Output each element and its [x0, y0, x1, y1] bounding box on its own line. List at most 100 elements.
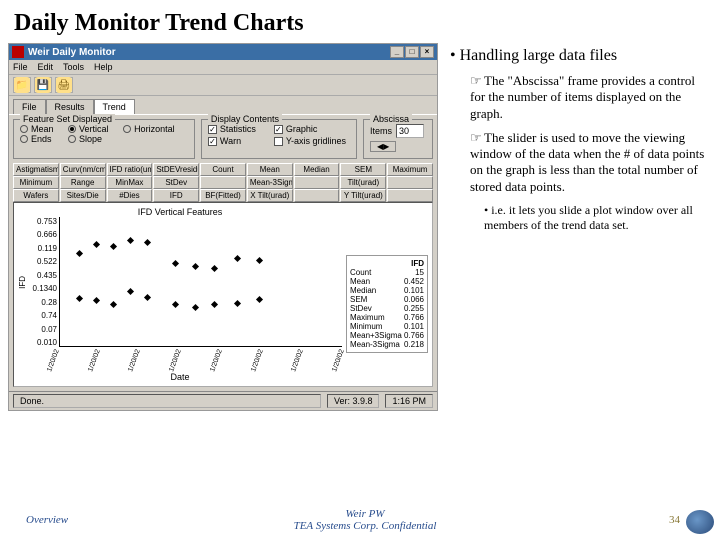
stat-button[interactable]: Wafers: [13, 189, 59, 202]
abscissa-items-input[interactable]: [396, 124, 424, 138]
data-point: [76, 295, 83, 302]
data-point: [191, 263, 198, 270]
stat-button[interactable]: MinMax: [107, 176, 153, 189]
radio-slope[interactable]: [68, 135, 76, 143]
data-point: [93, 297, 100, 304]
ytick: 0.28: [27, 298, 57, 307]
footer: Overview Weir PW TEA Systems Corp. Confi…: [0, 508, 720, 532]
stat-button[interactable]: Tilt(urad): [340, 176, 386, 189]
stat-button[interactable]: Range: [60, 176, 106, 189]
chart-area: IFD Vertical Features IFD 0.7530.6660.11…: [13, 202, 433, 387]
right-p1: ☞The "Abscissa" frame provides a control…: [470, 73, 706, 122]
stat-button[interactable]: StDEVresidual: [153, 163, 199, 176]
stat-row: SEM0.066: [350, 295, 424, 304]
stat-button[interactable]: SEM: [340, 163, 386, 176]
minimize-button[interactable]: _: [390, 46, 404, 58]
stat-button[interactable]: Count: [200, 163, 246, 176]
print-icon[interactable]: 🖨: [55, 77, 73, 93]
menubar: File Edit Tools Help: [9, 60, 437, 75]
right-heading: • Handling large data files: [450, 47, 706, 65]
stat-button[interactable]: Sites/Die: [60, 189, 106, 202]
chart-xaxis: 1/20/021/20/021/20/021/20/021/20/021/20/…: [50, 349, 342, 372]
stat-button[interactable]: [387, 176, 433, 189]
close-button[interactable]: ×: [420, 46, 434, 58]
xtick: 1/20/02: [168, 349, 183, 373]
radio-horizontal[interactable]: [123, 125, 131, 133]
stat-button[interactable]: Minimum: [13, 176, 59, 189]
data-point: [127, 288, 134, 295]
chk-statistics-label: Statistics: [220, 124, 256, 134]
stat-button[interactable]: [387, 189, 433, 202]
stat-button[interactable]: Median: [294, 163, 340, 176]
data-point: [93, 241, 100, 248]
display-contents-group: Display Contents ✓Statistics ✓Graphic ✓W…: [201, 119, 357, 159]
open-icon[interactable]: 📁: [13, 77, 31, 93]
data-point: [234, 255, 241, 262]
status-version: Ver: 3.9.8: [327, 394, 380, 408]
chk-statistics[interactable]: ✓: [208, 125, 217, 134]
right-p3: • i.e. it lets you slide a plot window o…: [484, 203, 706, 233]
data-point: [211, 265, 218, 272]
stat-button[interactable]: StDev: [153, 176, 199, 189]
stat-button[interactable]: IFD: [153, 189, 199, 202]
right-pane: • Handling large data files ☞The "Abscis…: [448, 43, 712, 411]
maximize-button[interactable]: □: [405, 46, 419, 58]
save-icon[interactable]: 💾: [34, 77, 52, 93]
stat-button[interactable]: #Dies: [107, 189, 153, 202]
ytick: 0.522: [27, 257, 57, 266]
xtick: 1/20/02: [209, 349, 224, 373]
data-point: [234, 300, 241, 307]
tab-results[interactable]: Results: [46, 99, 94, 114]
stat-row: Mean-3Sigma0.218: [350, 340, 424, 349]
stat-button[interactable]: Curv(nm/cm2): [60, 163, 106, 176]
menu-tools[interactable]: Tools: [63, 62, 84, 72]
chk-gridlines[interactable]: [274, 137, 283, 146]
chart-title: IFD Vertical Features: [18, 207, 342, 217]
chk-warn[interactable]: ✓: [208, 137, 217, 146]
radio-horizontal-label: Horizontal: [134, 124, 175, 134]
data-point: [172, 260, 179, 267]
tab-file[interactable]: File: [13, 99, 46, 114]
stat-button[interactable]: [294, 176, 340, 189]
statusbar: Done. Ver: 3.9.8 1:16 PM: [9, 391, 437, 410]
stat-row: Minimum0.101: [350, 322, 424, 331]
radio-ends-label: Ends: [31, 134, 52, 144]
stat-button[interactable]: Maximum: [387, 163, 433, 176]
menu-file[interactable]: File: [13, 62, 28, 72]
stat-button[interactable]: Y Tilt(urad): [340, 189, 386, 202]
stat-button[interactable]: [200, 176, 246, 189]
menu-help[interactable]: Help: [94, 62, 113, 72]
chk-gridlines-label: Y-axis gridlines: [286, 136, 346, 146]
stat-button-row-2: MinimumRangeMinMaxStDev Mean-3Sigma Tilt(u…: [13, 176, 433, 189]
data-point: [144, 239, 151, 246]
tab-trend[interactable]: Trend: [94, 99, 135, 114]
ytick: 0.666: [27, 230, 57, 239]
radio-mean[interactable]: [20, 125, 28, 133]
ytick: 0.07: [27, 325, 57, 334]
data-point: [110, 243, 117, 250]
hand-icon: ☞: [470, 130, 484, 146]
stat-row: Count15: [350, 268, 424, 277]
stat-button[interactable]: IFD ratio(um): [107, 163, 153, 176]
stat-button[interactable]: BF(Fitted): [200, 189, 246, 202]
abscissa-slider[interactable]: ◀▶: [370, 141, 396, 152]
stat-button-row-1: AstigmatismCurv(nm/cm2)IFD ratio(um)StDE…: [13, 163, 433, 176]
stats-panel: IFDCount15Mean0.452Median0.101SEM0.066St…: [346, 255, 428, 353]
stat-button[interactable]: Mean: [247, 163, 293, 176]
stat-button[interactable]: [294, 189, 340, 202]
chk-graphic[interactable]: ✓: [274, 125, 283, 134]
radio-ends[interactable]: [20, 135, 28, 143]
globe-icon: [686, 510, 714, 534]
radio-vertical[interactable]: [68, 125, 76, 133]
stat-button[interactable]: Astigmatism: [13, 163, 59, 176]
stat-button[interactable]: X Tilt(urad): [247, 189, 293, 202]
radio-mean-label: Mean: [31, 124, 54, 134]
data-point: [256, 296, 263, 303]
menu-edit[interactable]: Edit: [38, 62, 54, 72]
stat-button[interactable]: Mean-3Sigma: [247, 176, 293, 189]
data-point: [172, 301, 179, 308]
stat-button-row-3: WafersSites/Die#DiesIFDBF(Fitted)X Tilt(…: [13, 189, 433, 202]
stats-header: IFD: [350, 259, 424, 268]
xtick: 1/20/02: [46, 349, 61, 373]
xtick: 1/20/02: [250, 349, 265, 373]
